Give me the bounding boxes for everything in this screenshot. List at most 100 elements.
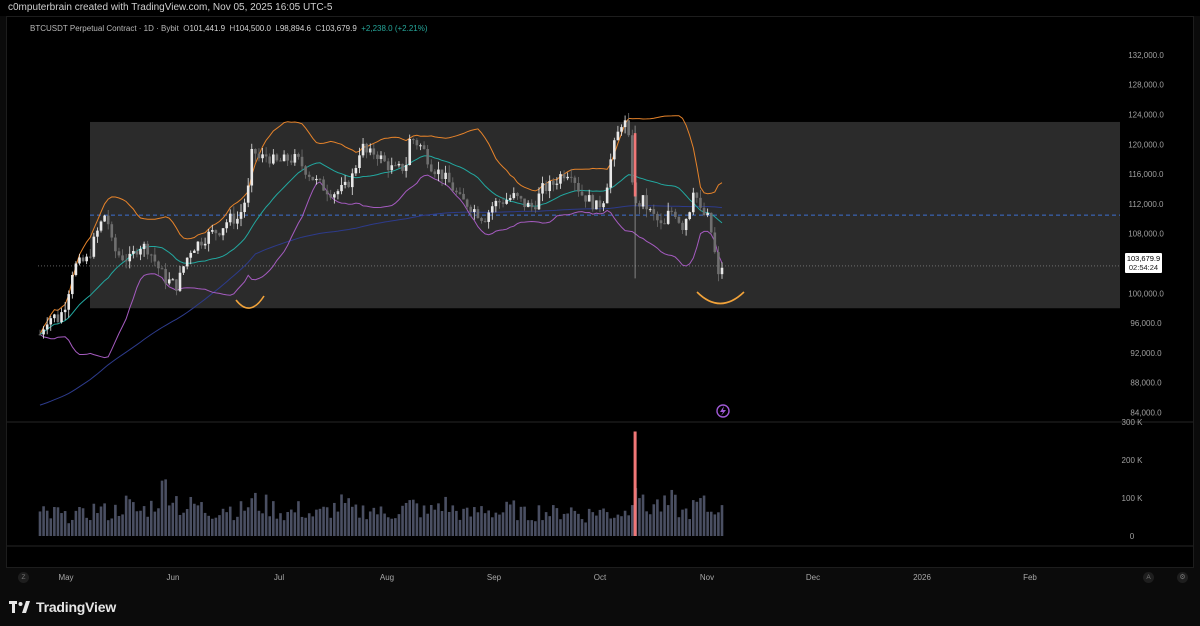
candle-up (53, 314, 56, 319)
candle-up (193, 250, 196, 253)
volume-tick-label: 300 K (1122, 418, 1144, 427)
volume-bar (92, 503, 96, 536)
candle-down (498, 200, 501, 203)
candle-down (584, 195, 587, 202)
candle-down (652, 209, 656, 214)
volume-bar (221, 508, 225, 536)
candle-down (38, 334, 42, 336)
candle-down (304, 166, 307, 175)
candle-down (376, 154, 379, 159)
volume-bar (368, 511, 372, 536)
candle-up (368, 148, 372, 153)
candle-down (254, 148, 257, 154)
volume-bar (300, 516, 304, 536)
volume-bar (666, 505, 670, 536)
close-value: 103,679.9 (321, 24, 357, 33)
candle-up (623, 120, 627, 128)
candle-up (132, 251, 135, 254)
candle-down (365, 143, 368, 153)
volume-bar (473, 507, 476, 536)
candle-down (311, 176, 315, 181)
volume-bar (128, 499, 132, 536)
volume-bar (282, 520, 286, 536)
candle-up (60, 312, 63, 323)
candle-down (160, 268, 164, 270)
candle-up (293, 154, 297, 163)
candle-up (691, 192, 695, 213)
volume-bar (264, 494, 268, 536)
candle-down (501, 202, 505, 204)
candle-up (390, 165, 394, 171)
candle-down (117, 251, 121, 256)
price-tick-label: 128,000.0 (1128, 81, 1164, 90)
price-tick-label: 116,000.0 (1129, 170, 1165, 179)
candle-up (343, 181, 347, 185)
volume-bar (652, 504, 656, 536)
candle-down (415, 140, 419, 146)
volume-bar (376, 514, 379, 536)
candle-down (681, 222, 684, 231)
volume-bar (663, 495, 666, 536)
candle-down (289, 160, 293, 163)
volume-bar (196, 505, 200, 536)
candle-down (577, 182, 580, 192)
auto-scale-icon[interactable]: A (1143, 572, 1154, 583)
volume-bar (45, 510, 49, 536)
candle-up (473, 209, 476, 213)
volume-bar (487, 510, 490, 536)
last-price-value: 103,679.9 (1126, 254, 1161, 263)
symbol-label: BTCUSDT Perpetual Contract · 1D · Bybit (30, 24, 179, 33)
volume-bar (548, 516, 552, 536)
volume-bar (243, 510, 246, 536)
time-tick-label: Jun (167, 573, 180, 582)
settings-gear-icon[interactable]: ⚙ (1177, 572, 1188, 583)
price-axis[interactable]: 132,000.0 128,000.0 124,000.0 120,000.0 116,… (1128, 51, 1164, 418)
candle-down (598, 200, 602, 208)
volume-bar (440, 511, 444, 536)
candle-up (272, 154, 275, 164)
volume-bar (361, 505, 365, 536)
candlestick-chart[interactable]: 132,000.0 128,000.0 124,000.0 120,000.0 116,… (0, 0, 1200, 626)
candle-down (264, 154, 268, 157)
candle-up (340, 184, 343, 192)
volume-bar (419, 517, 422, 536)
candle-up (336, 191, 340, 195)
candle-down (149, 254, 153, 256)
zoom-nav-left-icon[interactable]: Z (18, 572, 29, 583)
volume-bar (307, 513, 311, 536)
volume-bar (620, 516, 623, 536)
candle-down (465, 199, 469, 207)
candle-up (246, 185, 250, 203)
candle-down (659, 220, 663, 224)
volume-bar (272, 501, 275, 536)
volume-bar (132, 502, 135, 536)
volume-bar (160, 480, 164, 536)
candle-up (720, 267, 724, 275)
volume-bar (519, 506, 523, 536)
volume-bar (121, 514, 124, 536)
candle-up (487, 212, 490, 222)
volume-bar (483, 513, 487, 536)
volume-bar (580, 519, 584, 536)
volume-bar (623, 510, 627, 536)
volume-bar (670, 489, 674, 536)
candle-down (702, 207, 706, 216)
volume-bar (38, 511, 42, 536)
volume-bar (605, 512, 609, 536)
candle-up (358, 155, 361, 169)
volume-bar (78, 507, 81, 536)
candle-down (157, 261, 160, 269)
volume-bar (99, 506, 103, 536)
volume-bar (304, 517, 307, 536)
candle-down (372, 148, 376, 155)
lightning-icon (720, 406, 726, 416)
candle-down (674, 211, 677, 217)
volume-bar (455, 510, 458, 536)
volume-bar (444, 496, 447, 536)
time-axis[interactable]: May Jun Jul Aug Sep Oct Nov Dec 2026 Feb (58, 573, 1037, 582)
volume-bar (691, 500, 695, 536)
candle-down (88, 256, 92, 258)
volume-bar (254, 492, 257, 536)
candle-down (386, 161, 390, 171)
candle-down (106, 215, 110, 225)
